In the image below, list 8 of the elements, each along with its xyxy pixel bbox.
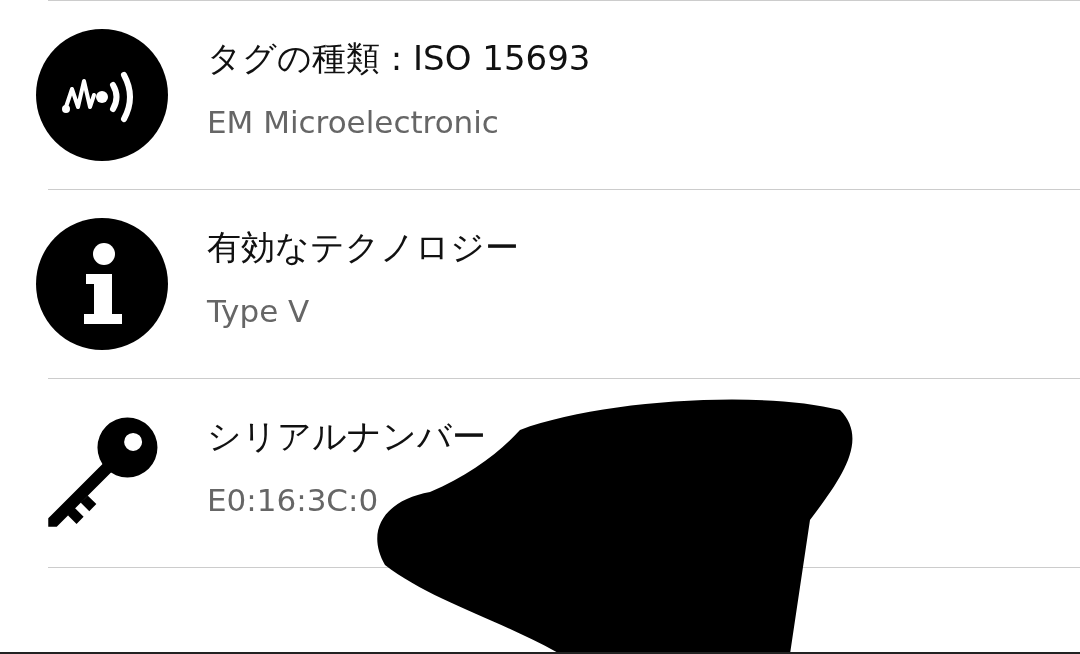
- row-value: Type V: [207, 293, 311, 329]
- row-title: シリアルナンバー: [207, 415, 486, 458]
- nfc-tag-icon: [36, 29, 168, 161]
- row-value: E0:16:3C:0: [207, 482, 380, 518]
- row-title: タグの種類 : ISO 15693: [207, 37, 591, 80]
- info-icon: [36, 218, 168, 350]
- row-value: EM Microelectronic: [207, 104, 500, 140]
- row-title: 有効なテクノロジー: [207, 226, 519, 269]
